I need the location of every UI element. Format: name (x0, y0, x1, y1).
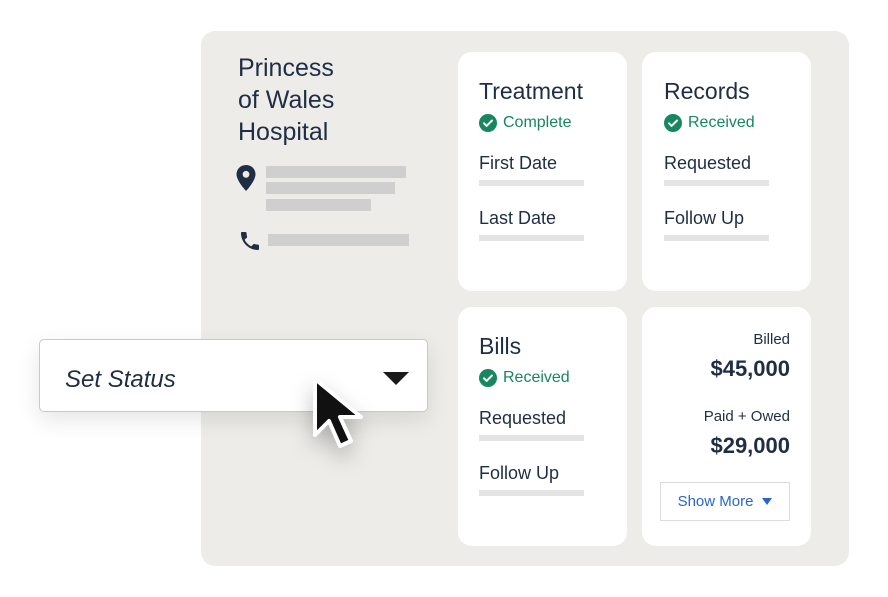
follow-up-label: Follow Up (479, 463, 560, 483)
last-date-label: Last Date (479, 208, 557, 228)
mouse-pointer-icon (313, 377, 363, 448)
hospital-name: Princess of Wales Hospital (238, 54, 335, 146)
phone-number-line (268, 234, 409, 246)
requested-value (479, 435, 584, 441)
phone-icon (241, 232, 259, 250)
follow-up-label: Follow Up (664, 208, 745, 228)
status-badge: Complete (479, 114, 571, 132)
requested-label: Requested (479, 408, 567, 428)
billed-amount: $45,000 (710, 356, 790, 381)
dropdown-arrow-icon (383, 372, 409, 385)
first-date-label: First Date (479, 153, 558, 173)
status-badge: Received (479, 369, 570, 387)
address-line-2 (266, 182, 395, 194)
status-badge: Received (664, 114, 755, 132)
address-line-3 (266, 199, 371, 211)
card-title: Bills (479, 333, 522, 359)
status-text: Received (688, 114, 755, 131)
bills-card[interactable]: Bills Received Requested Follow Up (458, 307, 627, 546)
first-date-value (479, 180, 584, 186)
address-line-1 (266, 166, 406, 178)
check-circle-icon (479, 114, 497, 132)
last-date-value (479, 235, 584, 241)
treatment-card[interactable]: Treatment Complete First Date Last Date (458, 52, 627, 291)
status-text: Received (503, 369, 570, 386)
stage: Princess of Wales Hospital Treatment Com… (0, 0, 888, 597)
billed-label: Billed (753, 331, 790, 348)
requested-value (664, 180, 769, 186)
show-more-label: Show More (677, 493, 754, 510)
map-pin-icon (236, 165, 256, 191)
paid-owed-amount: $29,000 (710, 433, 790, 458)
follow-up-value (479, 490, 584, 496)
requested-label: Requested (664, 153, 752, 173)
set-status-label: Set Status (65, 366, 176, 393)
check-circle-icon (479, 369, 497, 387)
status-text: Complete (503, 114, 572, 131)
records-card[interactable]: Records Received Requested Follow Up (642, 52, 811, 291)
caret-down-icon (762, 498, 773, 505)
show-more-button[interactable]: Show More (660, 482, 790, 521)
follow-up-value (664, 235, 769, 241)
paid-owed-label: Paid + Owed (703, 408, 790, 425)
card-title: Records (664, 78, 750, 104)
check-circle-icon (664, 114, 682, 132)
set-status-dropdown[interactable]: Set Status (39, 339, 428, 412)
card-title: Treatment (479, 78, 583, 104)
totals-card: Billed $45,000 Paid + Owed $29,000 Show … (642, 307, 811, 546)
